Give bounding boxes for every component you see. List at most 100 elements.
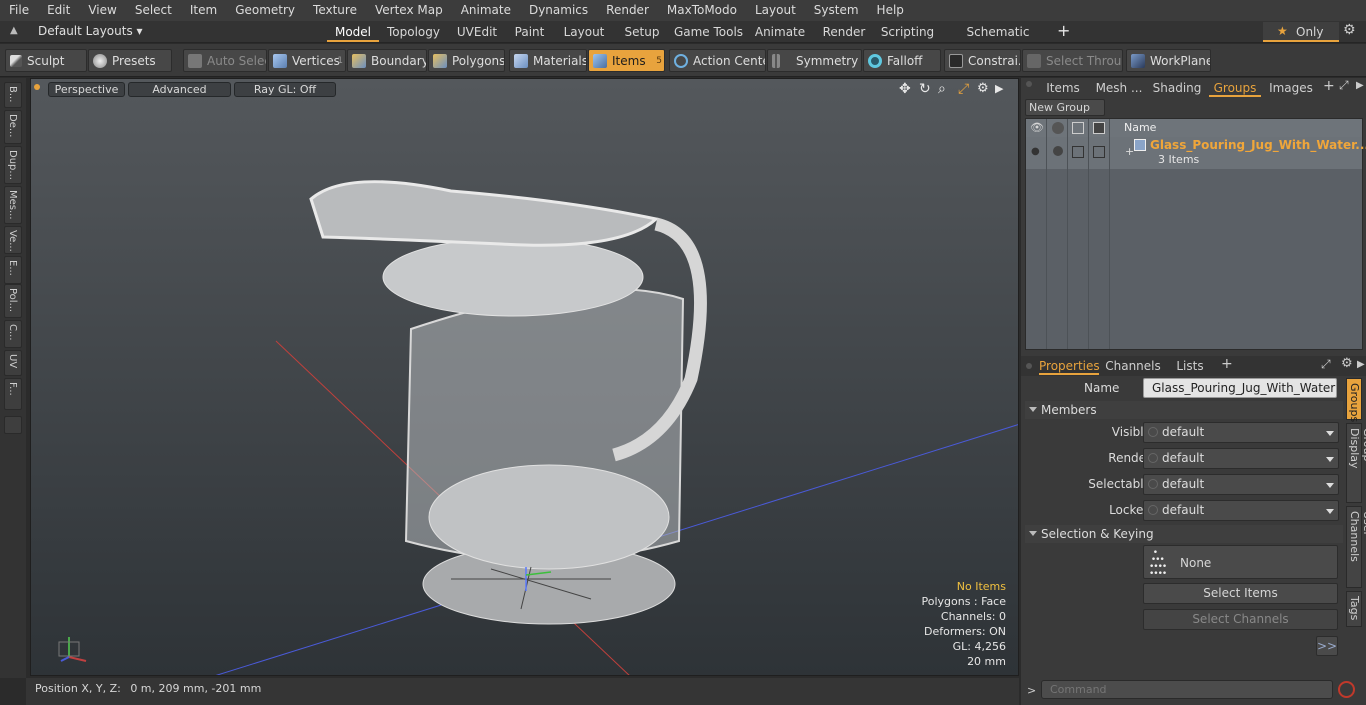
view-settings-icon[interactable]: ⚙ (977, 81, 989, 96)
layout-tab-scripting[interactable]: Scripting (876, 22, 939, 42)
menu-item[interactable]: Item (181, 0, 226, 21)
menu-geometry[interactable]: Geometry (226, 0, 304, 21)
vertices-button[interactable]: Vertices 1 (268, 49, 346, 72)
panel-expand-icon[interactable]: ▶ (1356, 80, 1364, 91)
menu-view[interactable]: View (79, 0, 125, 21)
auto-select-button[interactable]: Auto Select (183, 49, 267, 72)
row-visibility-icon[interactable]: ● (1031, 146, 1040, 157)
boundary-button[interactable]: Boundary (347, 49, 427, 72)
side-tab-group-display[interactable]: Group Display (1346, 423, 1366, 503)
layout-tab-model[interactable]: Model (327, 22, 379, 42)
menu-edit[interactable]: Edit (38, 0, 79, 21)
left-tab-9[interactable]: F... (4, 378, 22, 410)
row-lock-checkbox[interactable] (1093, 146, 1105, 158)
left-tab-0[interactable]: B... (4, 82, 22, 108)
raygl-button[interactable]: Ray GL: Off (234, 82, 336, 97)
layout-tab-paint[interactable]: Paint (507, 22, 552, 42)
side-tab-tags[interactable]: Tags (1346, 591, 1362, 627)
select-column-icon[interactable] (1072, 122, 1084, 134)
panel-tab-groups[interactable]: Groups (1209, 79, 1261, 97)
field-selectable-dropdown[interactable]: default (1143, 474, 1339, 495)
group-tree[interactable]: 👁 Name ● + Glass_Pouring_Jug_With_Water.… (1025, 118, 1366, 350)
expand-arrow-icon[interactable]: ▶ (995, 82, 1003, 95)
add-tab-icon[interactable]: + (1057, 21, 1070, 40)
panel-tab-items[interactable]: Items (1039, 79, 1087, 97)
select-through-button[interactable]: Select Through (1022, 49, 1123, 72)
maximize-properties-icon[interactable]: ⤢ (1321, 357, 1331, 372)
expand-plus-icon[interactable]: + (1125, 145, 1134, 158)
left-tab-4[interactable]: Ve... (4, 226, 22, 254)
layout-tab-uvedit[interactable]: UVEdit (454, 22, 500, 42)
symmetry-button[interactable]: Symmetry (767, 49, 862, 72)
menu-dynamics[interactable]: Dynamics (520, 0, 597, 21)
layout-tab-render[interactable]: Render (816, 22, 872, 42)
panel-tab-images[interactable]: Images (1265, 79, 1317, 97)
gear-icon[interactable]: ⚙ (1343, 22, 1356, 38)
menu-animate[interactable]: Animate (452, 0, 520, 21)
none-button[interactable]: • ••• •••• •••• None (1143, 545, 1338, 579)
layout-tab-layout[interactable]: Layout (558, 22, 610, 42)
left-tab-7[interactable]: C... (4, 320, 22, 348)
left-tab-8[interactable]: UV (4, 350, 22, 376)
lock-column-icon[interactable] (1093, 122, 1105, 134)
workplane-button[interactable]: WorkPlane (1126, 49, 1211, 72)
selection-keying-section[interactable]: Selection & Keying (1025, 525, 1343, 543)
menu-vertex-map[interactable]: Vertex Map (366, 0, 452, 21)
menu-texture[interactable]: Texture (304, 0, 366, 21)
visibility-column-icon[interactable]: 👁 (1030, 121, 1044, 134)
members-section[interactable]: Members (1025, 401, 1343, 419)
rotate-view-icon[interactable]: ↻ (919, 81, 931, 97)
shading-mode-button[interactable]: Advanced (128, 82, 231, 97)
field-render-dropdown[interactable]: default (1143, 448, 1339, 469)
maximize-panel-icon[interactable]: ⤢ (1339, 78, 1349, 93)
falloff-button[interactable]: Falloff (863, 49, 941, 72)
add-properties-tab-icon[interactable]: + (1221, 356, 1233, 372)
left-tab-2[interactable]: Dup... (4, 146, 22, 184)
render-column-icon[interactable] (1052, 122, 1064, 134)
menu-file[interactable]: File (0, 0, 38, 21)
command-input[interactable] (1041, 680, 1333, 699)
properties-tab-lists[interactable]: Lists (1167, 357, 1213, 375)
menu-help[interactable]: Help (868, 0, 913, 21)
side-tab-user-channels[interactable]: User Channels (1346, 506, 1366, 588)
record-macro-icon[interactable] (1338, 681, 1355, 698)
layout-tab-animate[interactable]: Animate (752, 22, 808, 42)
row-select-checkbox[interactable] (1072, 146, 1084, 158)
group-name-field[interactable]: Glass_Pouring_Jug_With_Water (3) (1143, 378, 1337, 398)
layout-tab-game-tools[interactable]: Game Tools (672, 22, 745, 42)
only-toggle[interactable]: ★ Only (1263, 22, 1339, 42)
sculpt-button[interactable]: Sculpt (5, 49, 87, 72)
add-panel-tab-icon[interactable]: + (1323, 78, 1335, 94)
menu-layout[interactable]: Layout (746, 0, 805, 21)
properties-expand-icon[interactable]: ▶ (1357, 359, 1365, 370)
presets-button[interactable]: Presets (88, 49, 172, 72)
panel-tab-mesh[interactable]: Mesh ... (1093, 79, 1145, 97)
side-tab-groups[interactable]: Groups (1346, 378, 1362, 422)
fit-view-icon[interactable]: ⤢ (958, 81, 969, 97)
action-center-button[interactable]: Action Center (669, 49, 766, 72)
menu-select[interactable]: Select (126, 0, 181, 21)
panel-tab-shading[interactable]: Shading (1151, 79, 1203, 97)
properties-menu-dot[interactable] (1026, 363, 1032, 369)
constraints-button[interactable]: Constrai... (944, 49, 1021, 72)
field-locked-dropdown[interactable]: default (1143, 500, 1339, 521)
field-visible-dropdown[interactable]: default (1143, 422, 1339, 443)
more-button[interactable]: >> (1316, 636, 1338, 656)
row-render-icon[interactable] (1053, 146, 1063, 156)
left-tab-6[interactable]: Pol... (4, 284, 22, 318)
group-row[interactable]: ● + Glass_Pouring_Jug_With_Water... 3 It… (1026, 137, 1366, 169)
items-button[interactable]: Items 5 (588, 49, 665, 72)
properties-tab-properties[interactable]: Properties (1039, 357, 1100, 375)
viewport-menu-dot[interactable] (34, 84, 40, 90)
select-channels-button[interactable]: Select Channels (1143, 609, 1338, 630)
left-tab-5[interactable]: E... (4, 256, 22, 284)
properties-tab-channels[interactable]: Channels (1105, 357, 1161, 375)
move-view-icon[interactable]: ✥ (899, 81, 911, 97)
zoom-view-icon[interactable]: ⌕ (938, 81, 946, 97)
menu-system[interactable]: System (805, 0, 868, 21)
properties-gear-icon[interactable]: ⚙ (1341, 356, 1353, 371)
polygons-button[interactable]: Polygons (428, 49, 505, 72)
view-mode-button[interactable]: Perspective (48, 82, 125, 97)
panel-menu-dot[interactable] (1026, 81, 1032, 87)
layout-tab-schematic-fusion[interactable]: Schematic Fusion (948, 22, 1048, 59)
